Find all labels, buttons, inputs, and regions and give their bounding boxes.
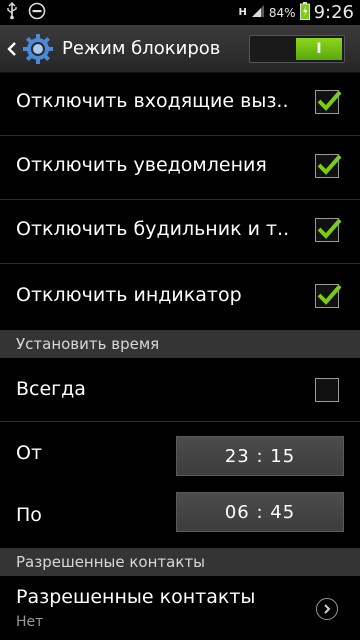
checkbox-incoming-calls[interactable] (315, 90, 342, 114)
checkmark-icon (317, 154, 342, 175)
status-bar: H 84% 9:26 (0, 0, 360, 25)
allowed-contacts-value: Нет (16, 614, 44, 630)
chevron-left-icon (7, 41, 16, 56)
battery-percent: 84% (268, 5, 296, 20)
allowed-contacts-label: Разрешенные контакты (16, 586, 256, 608)
clock: 9:26 (313, 2, 354, 23)
section-header-time: Установить время (0, 330, 360, 358)
allowed-contacts-row[interactable]: Разрешенные контакты Нет (0, 576, 360, 640)
section-title: Разрешенные контакты (16, 553, 205, 571)
chevron-right-icon (316, 598, 338, 620)
to-time-field[interactable]: 06 : 45 (176, 492, 344, 532)
action-bar: Режим блокиров.. I (0, 25, 360, 73)
always-row[interactable]: Всегда (0, 358, 360, 422)
option-row-alarm[interactable]: Отключить будильник и т.. (0, 200, 360, 264)
signal-icon (251, 3, 265, 22)
option-label: Отключить будильник и т.. (16, 218, 290, 240)
switch-knob: I (296, 38, 342, 60)
to-label: По (16, 504, 42, 526)
from-label: От (16, 442, 43, 464)
option-label: Отключить входящие выз.. (16, 90, 289, 112)
usb-icon (6, 1, 18, 24)
option-label: Отключить уведомления (16, 154, 267, 176)
from-time-field[interactable]: 23 : 15 (176, 436, 344, 476)
checkbox-alarm[interactable] (315, 218, 342, 242)
section-title: Установить время (16, 335, 160, 353)
option-label: Отключить индикатор (16, 284, 242, 306)
checkbox-notifications[interactable] (315, 154, 342, 178)
from-time-row: От 23 : 15 (0, 422, 360, 484)
settings-gear-icon (22, 33, 54, 65)
section-header-contacts: Разрешенные контакты (0, 548, 360, 576)
checkmark-icon (317, 218, 342, 239)
back-button[interactable] (4, 25, 20, 72)
to-time-row: По 06 : 45 (0, 484, 360, 546)
checkmark-icon (317, 284, 342, 305)
option-row-notifications[interactable]: Отключить уведомления (0, 136, 360, 200)
master-switch[interactable]: I (249, 35, 345, 63)
checkbox-indicator[interactable] (315, 284, 342, 308)
battery-icon (299, 1, 310, 24)
checkmark-icon (317, 90, 342, 111)
always-label: Всегда (16, 378, 86, 400)
checkbox-always[interactable] (315, 378, 339, 402)
page-title: Режим блокиров.. (62, 38, 222, 59)
network-type: H (238, 7, 247, 18)
do-not-disturb-icon (28, 2, 46, 24)
option-row-incoming-calls[interactable]: Отключить входящие выз.. (0, 72, 360, 136)
option-row-indicator[interactable]: Отключить индикатор (0, 264, 360, 330)
